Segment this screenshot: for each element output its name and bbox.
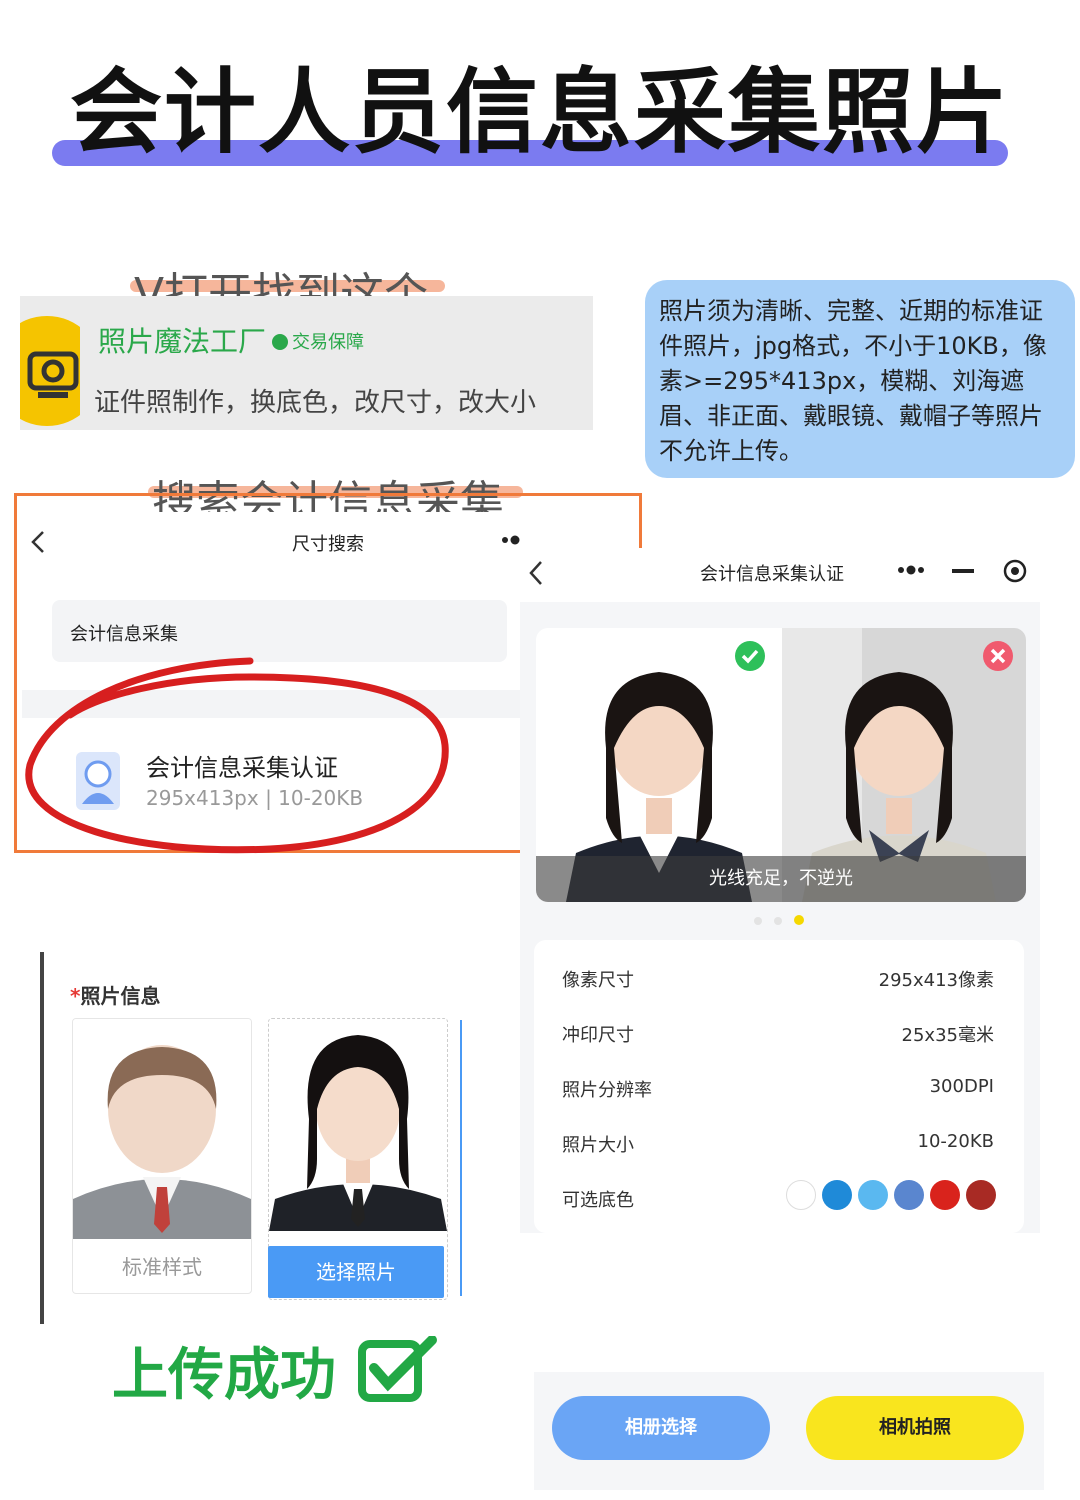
bg-color-swatches[interactable] xyxy=(786,1180,1002,1214)
check-icon xyxy=(734,640,766,676)
action-bar: 相册选择 相机拍照 xyxy=(534,1372,1044,1490)
spec-label: 照片大小 xyxy=(562,1135,634,1156)
sample-label: 标准样式 xyxy=(122,1255,202,1279)
trade-guarantee-badge: 交易保障 xyxy=(272,328,364,354)
auth-screenshot: 会计信息采集认证 光线充足，不逆光 像素尺寸 295x413像素 冲印尺寸 25… xyxy=(520,548,1040,1233)
bg-color-swatch[interactable] xyxy=(966,1180,996,1210)
search-input[interactable]: 会计信息采集 xyxy=(52,600,507,662)
more-icon[interactable] xyxy=(500,532,520,552)
spec-label: 照片分辨率 xyxy=(562,1080,652,1101)
upload-success-text: 上传成功 xyxy=(112,1330,438,1416)
choose-photo-button[interactable]: 选择照片 xyxy=(268,1246,444,1298)
standard-sample-card: 标准样式 xyxy=(72,1018,252,1294)
auth-nav-bar: 会计信息采集认证 xyxy=(520,548,1040,602)
carousel-dot[interactable] xyxy=(754,917,762,925)
page-title: 会计人员信息采集照片 xyxy=(69,59,1010,166)
example-photo-panel: 光线充足，不逆光 xyxy=(536,628,1026,902)
upload-title-text: 照片信息 xyxy=(80,984,161,1008)
carousel-dot-active[interactable] xyxy=(794,915,804,925)
bg-color-swatch[interactable] xyxy=(930,1180,960,1210)
bg-color-swatch[interactable] xyxy=(822,1180,852,1210)
camera-capture-button[interactable]: 相机拍照 xyxy=(806,1396,1024,1460)
spec-label: 像素尺寸 xyxy=(562,970,634,991)
mini-program-desc: 证件照制作，换底色，改尺寸，改大小 xyxy=(94,388,537,418)
sample-avatar-illustration xyxy=(73,1019,251,1239)
search-nav-title: 尺寸搜索 xyxy=(292,534,364,555)
spec-value: 10-20KB xyxy=(917,1131,994,1152)
spec-label: 可选底色 xyxy=(562,1190,634,1211)
carousel-dot[interactable] xyxy=(774,917,782,925)
auth-minimize-icon[interactable] xyxy=(952,569,974,573)
mini-program-card[interactable]: 照片魔法工厂 交易保障 证件照制作，换底色，改尺寸，改大小 xyxy=(20,296,593,430)
carousel-dots[interactable] xyxy=(754,910,804,929)
check-box-icon xyxy=(358,1335,438,1416)
shield-icon xyxy=(272,334,288,350)
upload-success-label: 上传成功 xyxy=(112,1343,336,1408)
cross-icon xyxy=(982,640,1014,676)
bg-color-swatch[interactable] xyxy=(786,1180,816,1210)
back-icon[interactable] xyxy=(30,530,46,558)
red-circle-annotation xyxy=(25,657,449,854)
spec-label: 冲印尺寸 xyxy=(562,1025,634,1046)
mini-program-name: 照片魔法工厂 xyxy=(98,325,267,358)
bg-color-swatch[interactable] xyxy=(858,1180,888,1210)
upload-section-title: *照片信息 xyxy=(70,980,160,1009)
auth-back-icon[interactable] xyxy=(528,560,544,590)
requirements-note: 照片须为清晰、完整、近期的标准证件照片，jpg格式，不小于10KB，像素>=29… xyxy=(645,280,1075,478)
chosen-photo xyxy=(269,1019,447,1231)
search-query: 会计信息采集 xyxy=(70,624,178,645)
mini-program-logo-wrap xyxy=(20,296,80,430)
trade-guarantee-label: 交易保障 xyxy=(292,332,364,353)
upload-section-bar xyxy=(40,952,44,1324)
required-star: * xyxy=(70,984,81,1008)
spec-value: 295x413像素 xyxy=(878,970,994,991)
bg-color-swatch[interactable] xyxy=(894,1180,924,1210)
album-select-button[interactable]: 相册选择 xyxy=(552,1396,770,1460)
spec-info-card: 像素尺寸 295x413像素 冲印尺寸 25x35毫米 照片分辨率 300DPI… xyxy=(534,940,1024,1233)
camera-logo-icon xyxy=(20,316,80,426)
spec-value: 300DPI xyxy=(929,1076,994,1097)
auth-more-icon[interactable] xyxy=(896,562,926,582)
scroll-edge xyxy=(460,1020,462,1296)
auth-nav-title: 会计信息采集认证 xyxy=(700,564,844,585)
spec-value: 25x35毫米 xyxy=(901,1025,994,1046)
photo-caption: 光线充足，不逆光 xyxy=(536,856,1026,902)
auth-close-mp-icon[interactable] xyxy=(1002,558,1028,588)
